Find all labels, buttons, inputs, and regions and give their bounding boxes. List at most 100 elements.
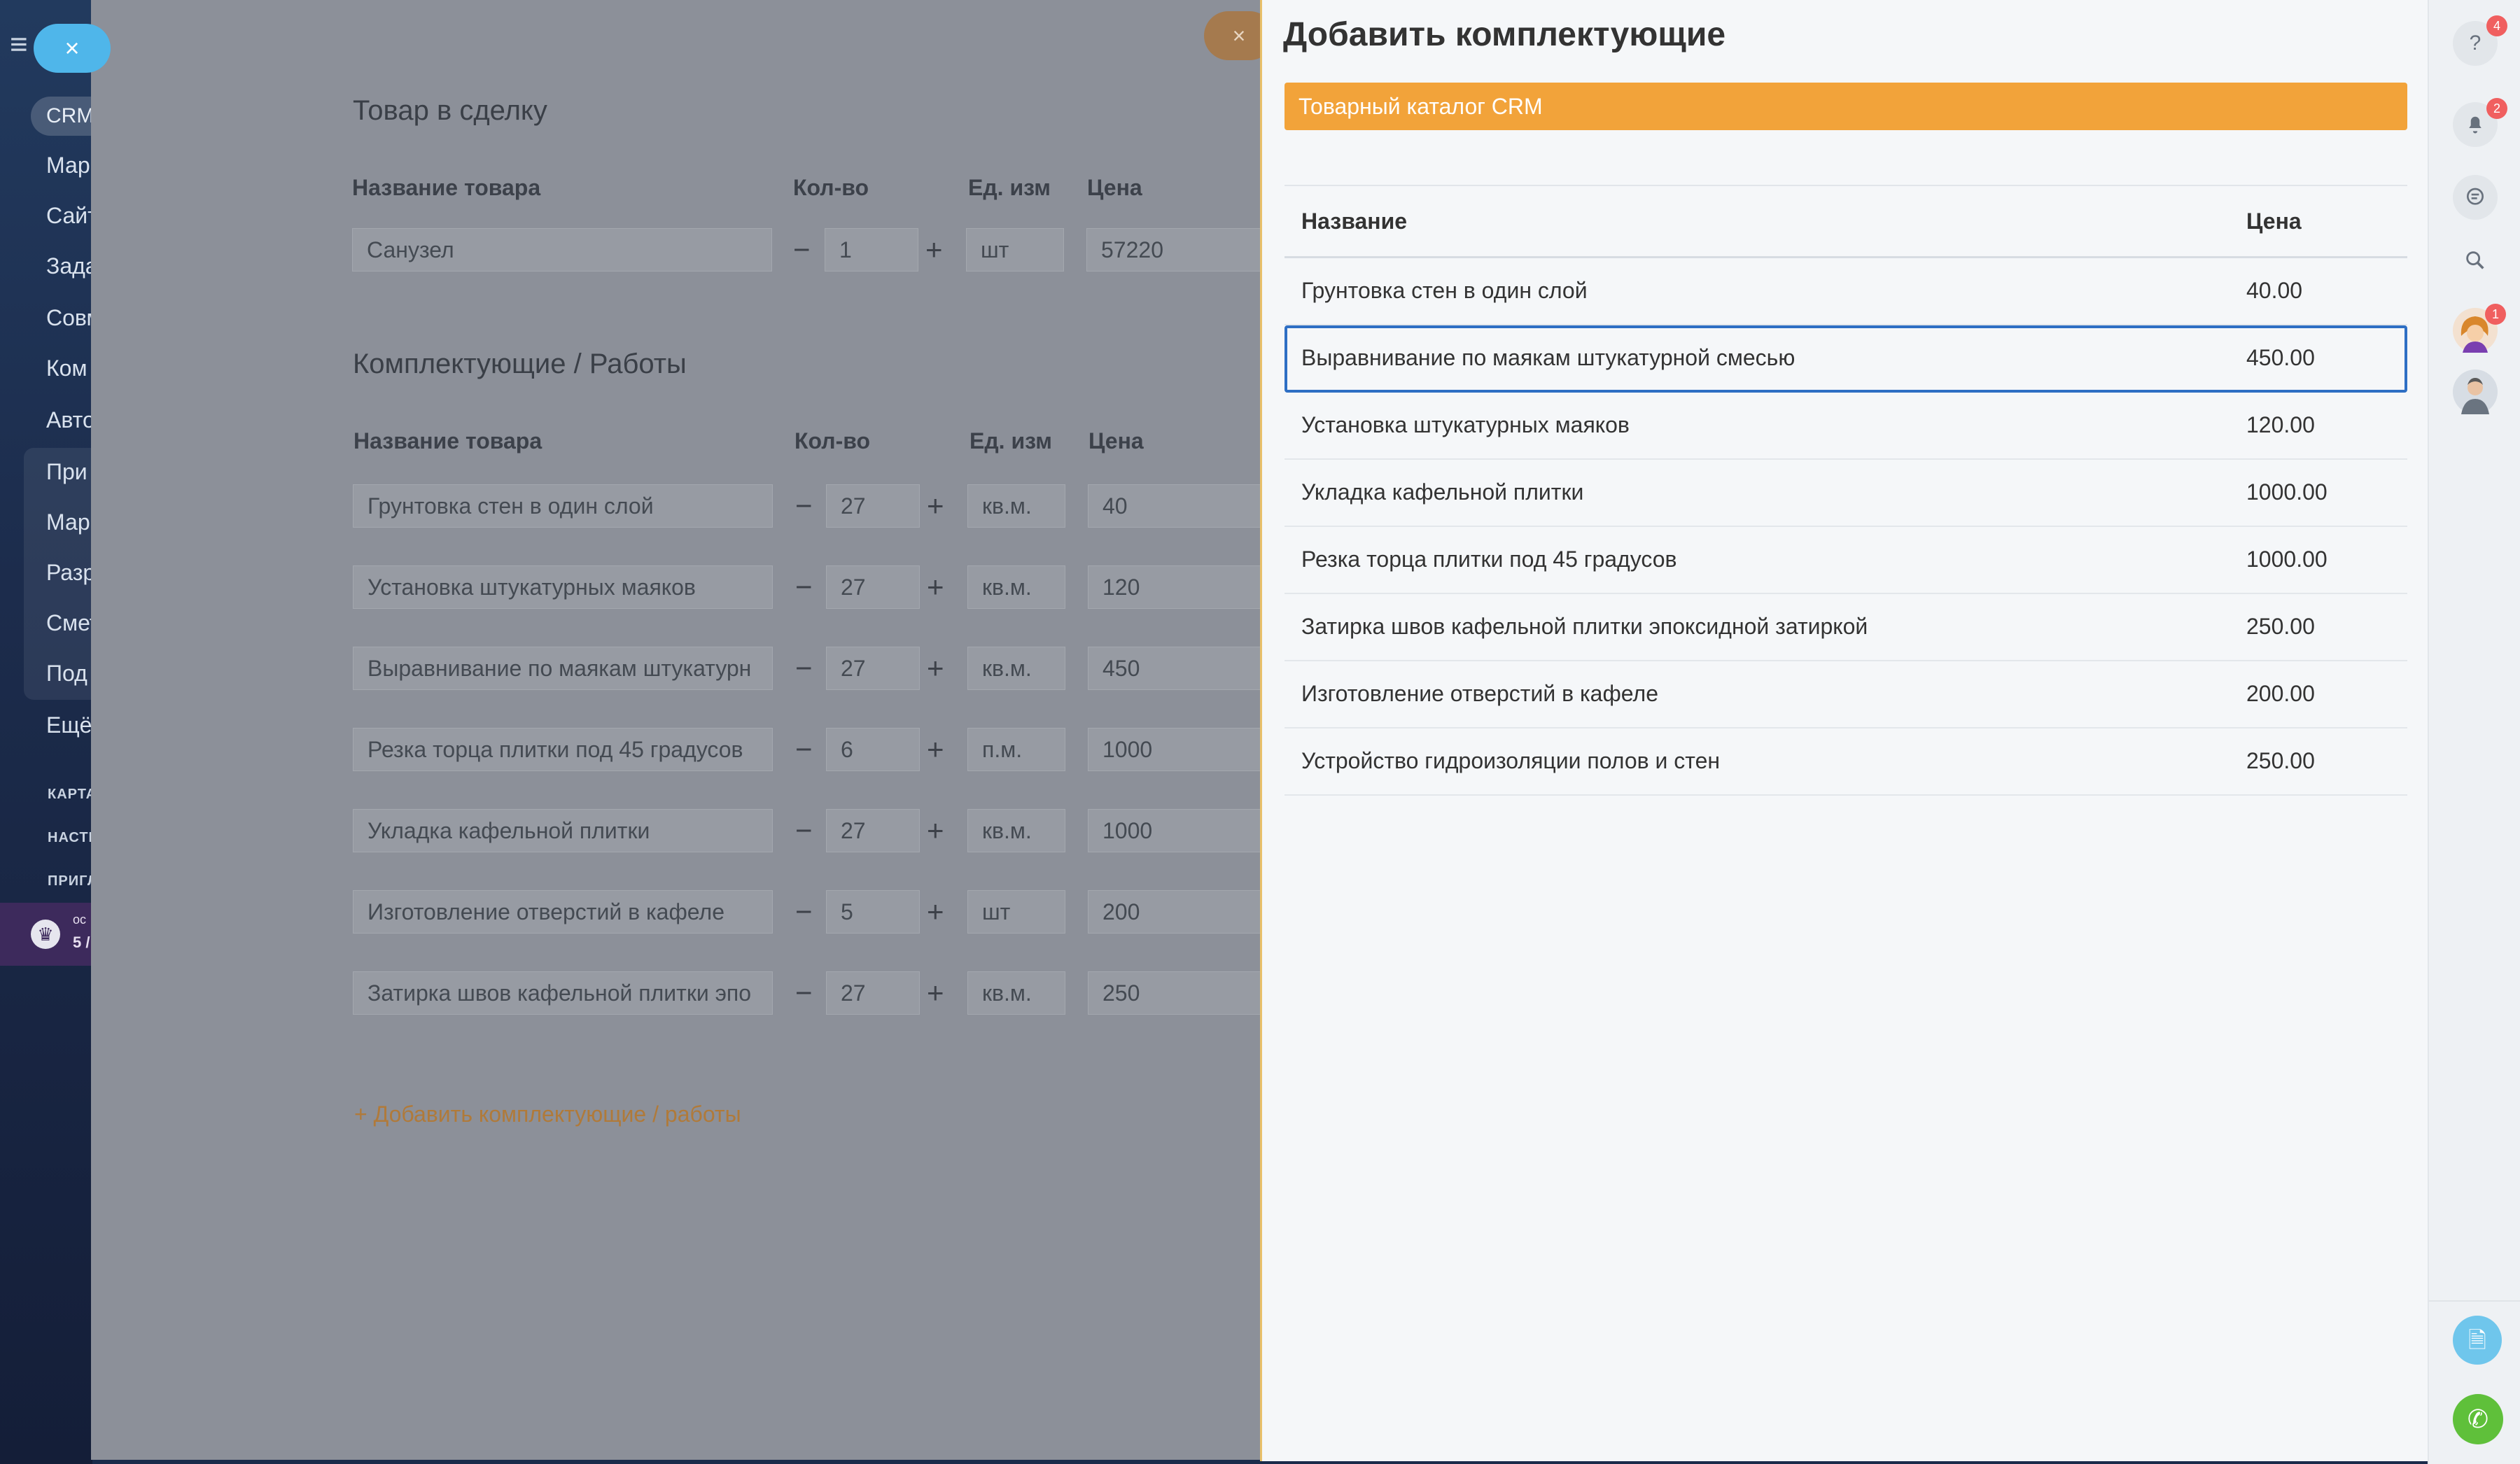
chat-icon[interactable] <box>2453 175 2498 220</box>
add-components-slider: Добавить комплектующие Товарный каталог … <box>1260 0 2428 1461</box>
nav-item[interactable]: Под <box>46 661 88 687</box>
main-product-qty-field[interactable]: 1 <box>825 228 918 272</box>
qty-minus-button[interactable]: − <box>795 809 813 852</box>
column-header-price[interactable]: Цена <box>2246 209 2302 234</box>
qty-minus-button[interactable]: − <box>795 484 813 528</box>
component-name-field[interactable]: Укладка кафельной плитки <box>353 809 773 852</box>
row-price: 200.00 <box>2246 681 2315 706</box>
qty-plus-button[interactable]: + <box>927 890 944 934</box>
nav-item[interactable]: При <box>46 459 88 485</box>
qty-plus-button[interactable]: + <box>927 484 944 528</box>
header-price: Цена <box>1088 428 1144 453</box>
tab-product-catalog[interactable]: Товарный каталог CRM <box>1284 83 2407 130</box>
row-name: Грунтовка стен в один слой <box>1301 278 1588 303</box>
main-product-price-field[interactable]: 57220 <box>1086 228 1261 272</box>
search-icon-svg <box>2466 251 2484 269</box>
component-price-field[interactable]: 1000 <box>1088 809 1263 852</box>
nav-item-crm[interactable]: CRM <box>31 97 92 136</box>
main-product-name-field[interactable]: Санузел <box>352 228 772 272</box>
table-row-selected[interactable]: Выравнивание по маякам штукатурной смесь… <box>1284 325 2407 393</box>
menu-icon[interactable]: ≡ <box>10 29 35 60</box>
component-name-field[interactable]: Выравнивание по маякам штукатурн <box>353 647 773 690</box>
component-qty-field[interactable]: 6 <box>826 728 920 771</box>
qty-minus-button[interactable]: − <box>795 971 813 1015</box>
nav-item[interactable]: Ком <box>46 356 87 381</box>
nav-link-invite[interactable]: ПРИГЛ <box>48 873 92 889</box>
component-price-field[interactable]: 450 <box>1088 647 1263 690</box>
qty-plus-button[interactable]: + <box>927 565 944 609</box>
table-row[interactable]: Изготовление отверстий в кафеле 200.00 <box>1284 661 2407 729</box>
qty-minus-button[interactable]: − <box>795 728 813 771</box>
table-row[interactable]: Резка торца плитки под 45 градусов 1000.… <box>1284 527 2407 594</box>
row-name: Установка штукатурных маяков <box>1301 412 1630 437</box>
nav-item[interactable]: Мар <box>46 153 90 178</box>
component-price-field[interactable]: 40 <box>1088 484 1263 528</box>
component-name-field[interactable]: Затирка швов кафельной плитки эпо <box>353 971 773 1015</box>
slider-title: Добавить комплектующие <box>1283 16 1726 53</box>
component-qty-field[interactable]: 27 <box>826 484 920 528</box>
component-unit-field[interactable]: п.м. <box>967 728 1065 771</box>
add-components-link[interactable]: + Добавить комплектующие / работы <box>354 1101 741 1127</box>
column-header-name[interactable]: Название <box>1301 209 1407 234</box>
component-price-field[interactable]: 250 <box>1088 971 1263 1015</box>
qty-minus-button[interactable]: − <box>793 228 811 272</box>
table-row[interactable]: Устройство гидроизоляции полов и стен 25… <box>1284 729 2407 796</box>
main-product-unit-field[interactable]: шт <box>966 228 1064 272</box>
row-price: 250.00 <box>2246 614 2315 639</box>
row-price: 450.00 <box>2246 345 2315 370</box>
qty-minus-button[interactable]: − <box>795 890 813 934</box>
row-price: 250.00 <box>2246 748 2315 773</box>
component-price-field[interactable]: 200 <box>1088 890 1263 934</box>
component-qty-field[interactable]: 27 <box>826 647 920 690</box>
table-header: Название Цена <box>1284 186 2407 258</box>
qty-minus-button[interactable]: − <box>795 565 813 609</box>
header-product-name: Название товара <box>352 175 541 200</box>
avatar-illustration <box>2453 369 2498 414</box>
nav-item[interactable]: Сайт <box>46 203 92 229</box>
component-qty-field[interactable]: 27 <box>826 809 920 852</box>
nav-item[interactable]: Авто <box>46 407 92 433</box>
table-row[interactable]: Укладка кафельной плитки 1000.00 <box>1284 460 2407 527</box>
nav-item[interactable]: Зада <box>46 253 92 279</box>
table-row[interactable]: Затирка швов кафельной плитки эпоксидной… <box>1284 594 2407 661</box>
component-unit-field[interactable]: кв.м. <box>967 809 1065 852</box>
table-row[interactable]: Грунтовка стен в один слой 40.00 <box>1284 258 2407 325</box>
nav-item-more[interactable]: Ещё <box>46 712 92 738</box>
avatar[interactable] <box>2453 369 2498 414</box>
close-icon[interactable]: × <box>34 24 111 73</box>
nav-item[interactable]: Совм <box>46 305 92 331</box>
qty-minus-button[interactable]: − <box>795 647 813 690</box>
component-price-field[interactable]: 120 <box>1088 565 1263 609</box>
component-unit-field[interactable]: шт <box>967 890 1065 934</box>
qty-plus-button[interactable]: + <box>927 971 944 1015</box>
nav-item[interactable]: Разр <box>46 560 92 586</box>
plan-promo[interactable]: ♛ ос 5 / <box>0 903 92 966</box>
header-qty: Кол-во <box>794 428 871 453</box>
document-icon[interactable]: 🗎 <box>2453 1316 2502 1365</box>
component-name-field[interactable]: Изготовление отверстий в кафеле <box>353 890 773 934</box>
qty-plus-button[interactable]: + <box>927 728 944 771</box>
search-icon[interactable] <box>2453 238 2498 283</box>
component-name-field[interactable]: Установка штукатурных маяков <box>353 565 773 609</box>
component-unit-field[interactable]: кв.м. <box>967 565 1065 609</box>
component-name-field[interactable]: Резка торца плитки под 45 градусов <box>353 728 773 771</box>
phone-icon[interactable]: ✆ <box>2453 1394 2503 1444</box>
table-row[interactable]: Установка штукатурных маяков 120.00 <box>1284 393 2407 460</box>
qty-plus-button[interactable]: + <box>925 228 943 272</box>
component-price-field[interactable]: 1000 <box>1088 728 1263 771</box>
component-unit-field[interactable]: кв.м. <box>967 647 1065 690</box>
component-unit-field[interactable]: кв.м. <box>967 971 1065 1015</box>
nav-item[interactable]: Мар <box>46 509 90 535</box>
row-name: Затирка швов кафельной плитки эпоксидной… <box>1301 614 1868 639</box>
nav-link-settings[interactable]: НАСТР <box>48 830 92 846</box>
nav-item[interactable]: Смет <box>46 610 92 636</box>
nav-link-map[interactable]: КАРТА <box>48 787 92 803</box>
component-name-field[interactable]: Грунтовка стен в один слой <box>353 484 773 528</box>
qty-plus-button[interactable]: + <box>927 647 944 690</box>
component-qty-field[interactable]: 5 <box>826 890 920 934</box>
component-qty-field[interactable]: 27 <box>826 971 920 1015</box>
component-qty-field[interactable]: 27 <box>826 565 920 609</box>
qty-plus-button[interactable]: + <box>927 809 944 852</box>
component-unit-field[interactable]: кв.м. <box>967 484 1065 528</box>
row-name: Резка торца плитки под 45 градусов <box>1301 547 1677 572</box>
